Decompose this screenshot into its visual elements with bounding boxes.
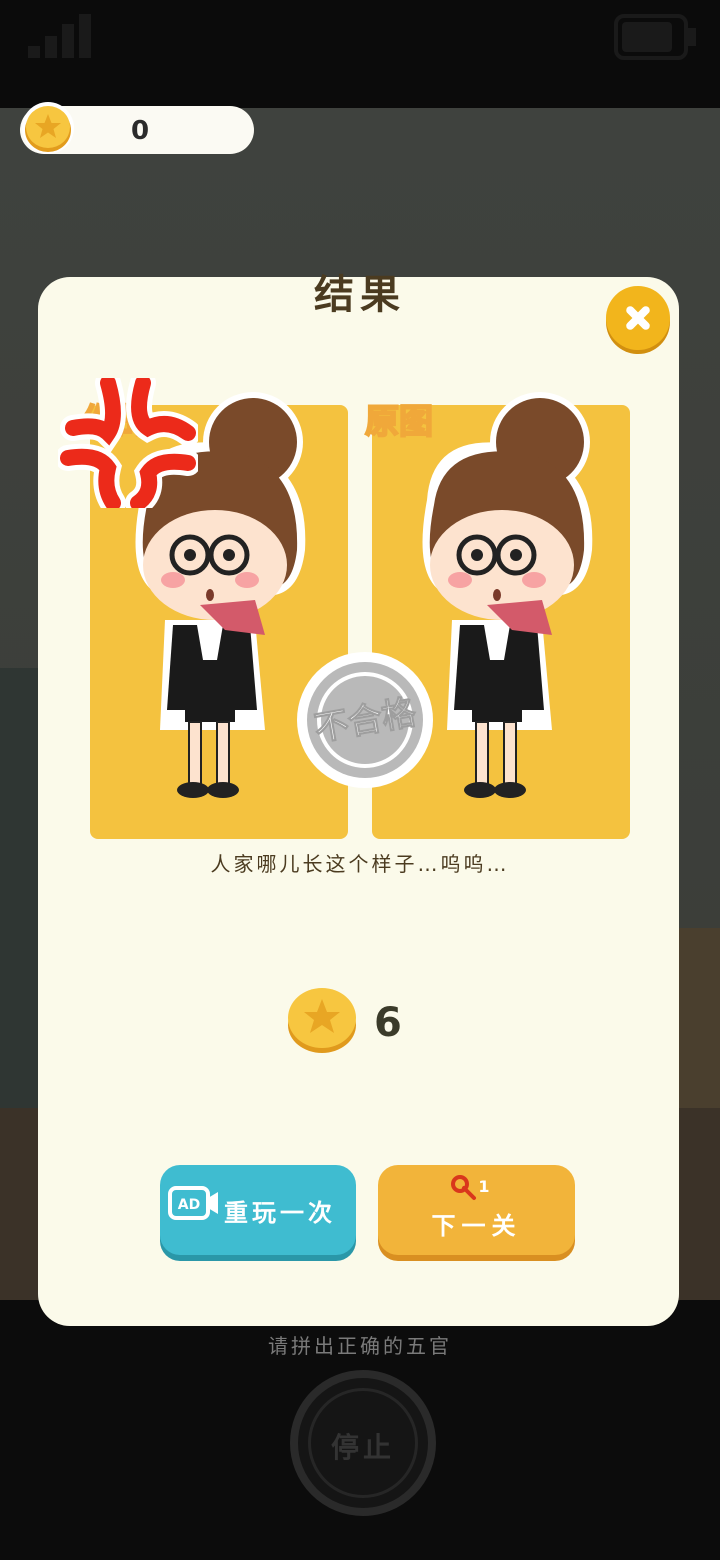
stop-button[interactable]: 停止 (290, 1370, 436, 1516)
coin-reward-icon (288, 988, 356, 1053)
result-caption: 人家哪儿长这个样子…呜呜… (210, 852, 510, 876)
coin-count: 0 (130, 116, 150, 146)
status-bar (0, 0, 720, 108)
key-count: 1 (478, 1177, 489, 1196)
close-button[interactable] (606, 286, 670, 350)
next-level-label: 下一关 (431, 1212, 522, 1240)
ad-label: AD (178, 1197, 200, 1213)
hint-text: 请拼出正确的五官 (268, 1334, 452, 1358)
coin-icon (22, 102, 74, 154)
video-ad-icon: AD (168, 1186, 218, 1220)
replay-button-label: 重玩一次 (224, 1199, 336, 1227)
angry-mark-icon (58, 378, 198, 508)
coin-reward-value: 6 (374, 1000, 402, 1046)
signal-icon (28, 14, 91, 58)
battery-icon (614, 14, 696, 60)
key-icon: 1 (451, 1175, 490, 1200)
fail-stamp: 不合格 (297, 652, 433, 788)
stop-label: 停止 (330, 1431, 395, 1464)
